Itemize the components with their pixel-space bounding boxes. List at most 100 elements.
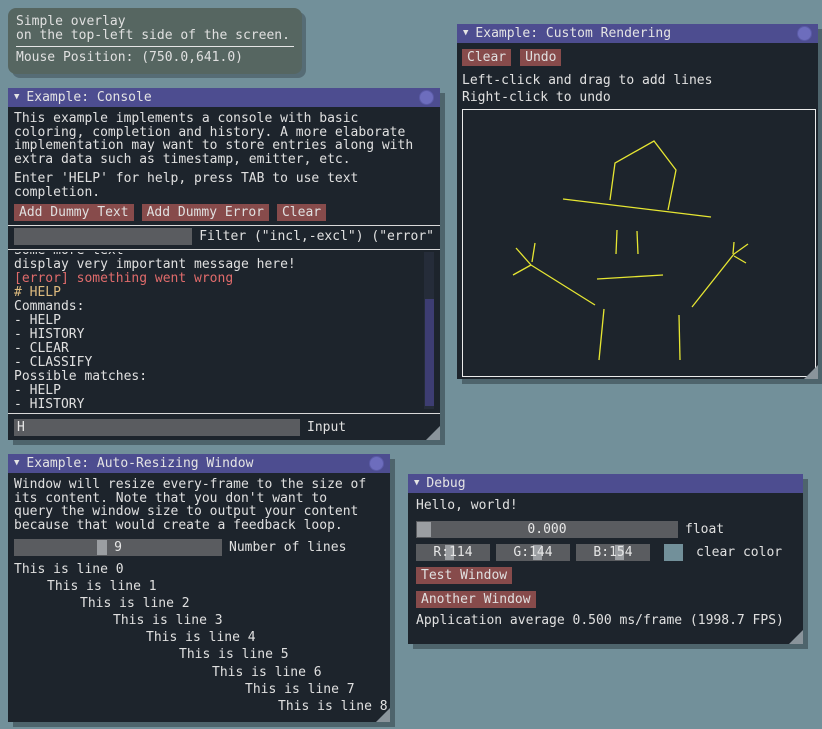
custom-rendering-titlebar[interactable]: ▼ Example: Custom Rendering <box>457 24 818 43</box>
clear-color-swatch[interactable] <box>664 544 683 561</box>
overlay-text: Simple overlay on the top-left side of t… <box>16 15 294 42</box>
overlay-line: Simple overlay <box>16 15 294 29</box>
clear-color-row: R:114 G:144 B:154 clear color <box>416 544 782 561</box>
simple-overlay-panel: Simple overlay on the top-left side of t… <box>8 8 302 74</box>
auto-resize-lines: This is line 0This is line 1This is line… <box>14 561 384 715</box>
text-line: completion. <box>14 186 434 200</box>
close-button[interactable] <box>419 90 434 105</box>
text-line: This is line 8 <box>14 698 384 715</box>
close-button[interactable] <box>369 456 384 471</box>
blue-value: B:154 <box>593 545 632 560</box>
resize-grip[interactable] <box>789 630 803 644</box>
slider-label: Number of lines <box>229 540 346 555</box>
drawn-line <box>679 315 680 360</box>
drawn-line <box>610 141 676 210</box>
filter-input[interactable] <box>14 228 192 245</box>
log-line: Possible matches: <box>14 370 434 384</box>
debug-titlebar[interactable]: ▼ Debug <box>408 474 803 493</box>
filter-row: Filter ("incl,-excl") ("error" <box>14 228 434 245</box>
clear-color-label: clear color <box>696 545 782 560</box>
scrollbar[interactable] <box>424 252 434 409</box>
log-line: display very important message here! <box>14 258 434 272</box>
slider-value: 0.000 <box>527 522 566 537</box>
text-line: This is line 5 <box>14 646 384 663</box>
console-input[interactable] <box>14 419 300 436</box>
render-instructions: Left-click and drag to add linesRight-cl… <box>462 72 813 106</box>
clear-button[interactable]: Clear <box>277 204 326 221</box>
green-drag[interactable]: G:144 <box>496 544 570 561</box>
drawn-line <box>597 275 663 279</box>
text-line: Right-click to undo <box>462 89 813 106</box>
log-line: - CLASSIFY <box>14 356 434 370</box>
auto-resizing-titlebar[interactable]: ▼ Example: Auto-Resizing Window <box>8 454 390 473</box>
slider-value: 9 <box>114 540 122 555</box>
render-button-row: Clear Undo <box>462 49 813 66</box>
text-line: This is line 2 <box>14 595 384 612</box>
slider-grab[interactable] <box>417 522 431 537</box>
drawing-canvas[interactable] <box>462 109 816 377</box>
drawn-line <box>733 242 734 254</box>
drawn-line <box>532 243 535 262</box>
add-dummy-error-button[interactable]: Add Dummy Error <box>142 204 269 221</box>
fps-stats-text: Application average 0.500 ms/frame (1998… <box>416 614 784 628</box>
text-line: implementation may want to store entries… <box>14 139 434 153</box>
separator <box>8 225 440 226</box>
separator <box>8 413 440 414</box>
text-line: This is line 4 <box>14 629 384 646</box>
console-button-row: Add Dummy Text Add Dummy Error Clear <box>14 204 434 221</box>
slider-grab[interactable] <box>97 540 107 555</box>
collapse-arrow-icon[interactable]: ▼ <box>14 459 19 468</box>
hello-world-text: Hello, world! <box>416 499 518 513</box>
text-line: extra data such as timestamp, emitter, e… <box>14 153 434 167</box>
resize-grip[interactable] <box>376 708 390 722</box>
filter-label: Filter ("incl,-excl") ("error" <box>199 229 434 244</box>
log-line: Commands: <box>14 300 434 314</box>
text-line: coloring, completion and history. A more… <box>14 126 434 140</box>
collapse-arrow-icon[interactable]: ▼ <box>14 93 19 102</box>
add-dummy-text-button[interactable]: Add Dummy Text <box>14 204 134 221</box>
log-line: # HELP <box>14 286 434 300</box>
float-slider[interactable]: 0.000 <box>416 521 678 538</box>
debug-window: ▼ Debug Hello, world! 0.000 float R:114 … <box>408 474 803 644</box>
stick-figure-drawing <box>463 110 815 376</box>
collapse-arrow-icon[interactable]: ▼ <box>414 479 419 488</box>
desktop-background: Simple overlay on the top-left side of t… <box>0 0 822 729</box>
drawn-line <box>531 265 595 305</box>
drawn-line <box>734 244 748 254</box>
resize-grip[interactable] <box>426 426 440 440</box>
text-line: This is line 7 <box>14 681 384 698</box>
close-button[interactable] <box>797 26 812 41</box>
red-drag[interactable]: R:114 <box>416 544 490 561</box>
drawn-line <box>563 199 711 217</box>
drawn-line <box>516 248 531 265</box>
float-slider-row: 0.000 float <box>416 521 724 538</box>
scrollbar-thumb[interactable] <box>425 299 434 406</box>
auto-resizing-window: ▼ Example: Auto-Resizing Window Window w… <box>8 454 390 722</box>
text-line: Left-click and drag to add lines <box>462 72 813 89</box>
console-input-row: Input <box>14 419 434 436</box>
clear-button[interactable]: Clear <box>462 49 511 66</box>
window-title: Example: Custom Rendering <box>475 26 671 41</box>
log-line: - CLEAR <box>14 342 434 356</box>
separator <box>16 46 294 47</box>
window-title: Example: Console <box>26 90 151 105</box>
text-line: Window will resize every-frame to the si… <box>14 478 384 492</box>
undo-button[interactable]: Undo <box>520 49 561 66</box>
resize-grip[interactable] <box>804 365 818 379</box>
drawn-line <box>734 256 746 263</box>
drawn-line <box>692 254 734 307</box>
text-line: This is line 1 <box>14 578 384 595</box>
text-line: This is line 6 <box>14 664 384 681</box>
float-label: float <box>685 522 724 537</box>
another-window-button[interactable]: Another Window <box>416 591 536 608</box>
blue-drag[interactable]: B:154 <box>576 544 650 561</box>
collapse-arrow-icon[interactable]: ▼ <box>463 29 468 38</box>
text-line: because that would create a feedback loo… <box>14 519 384 533</box>
console-titlebar[interactable]: ▼ Example: Console <box>8 88 440 107</box>
test-window-button[interactable]: Test Window <box>416 567 512 584</box>
auto-resize-description: Window will resize every-frame to the si… <box>14 478 384 532</box>
drawn-line <box>599 309 604 360</box>
text-line: This is line 0 <box>14 561 384 578</box>
number-of-lines-slider[interactable]: 9 <box>14 539 222 556</box>
log-line: - HELP <box>14 384 434 398</box>
